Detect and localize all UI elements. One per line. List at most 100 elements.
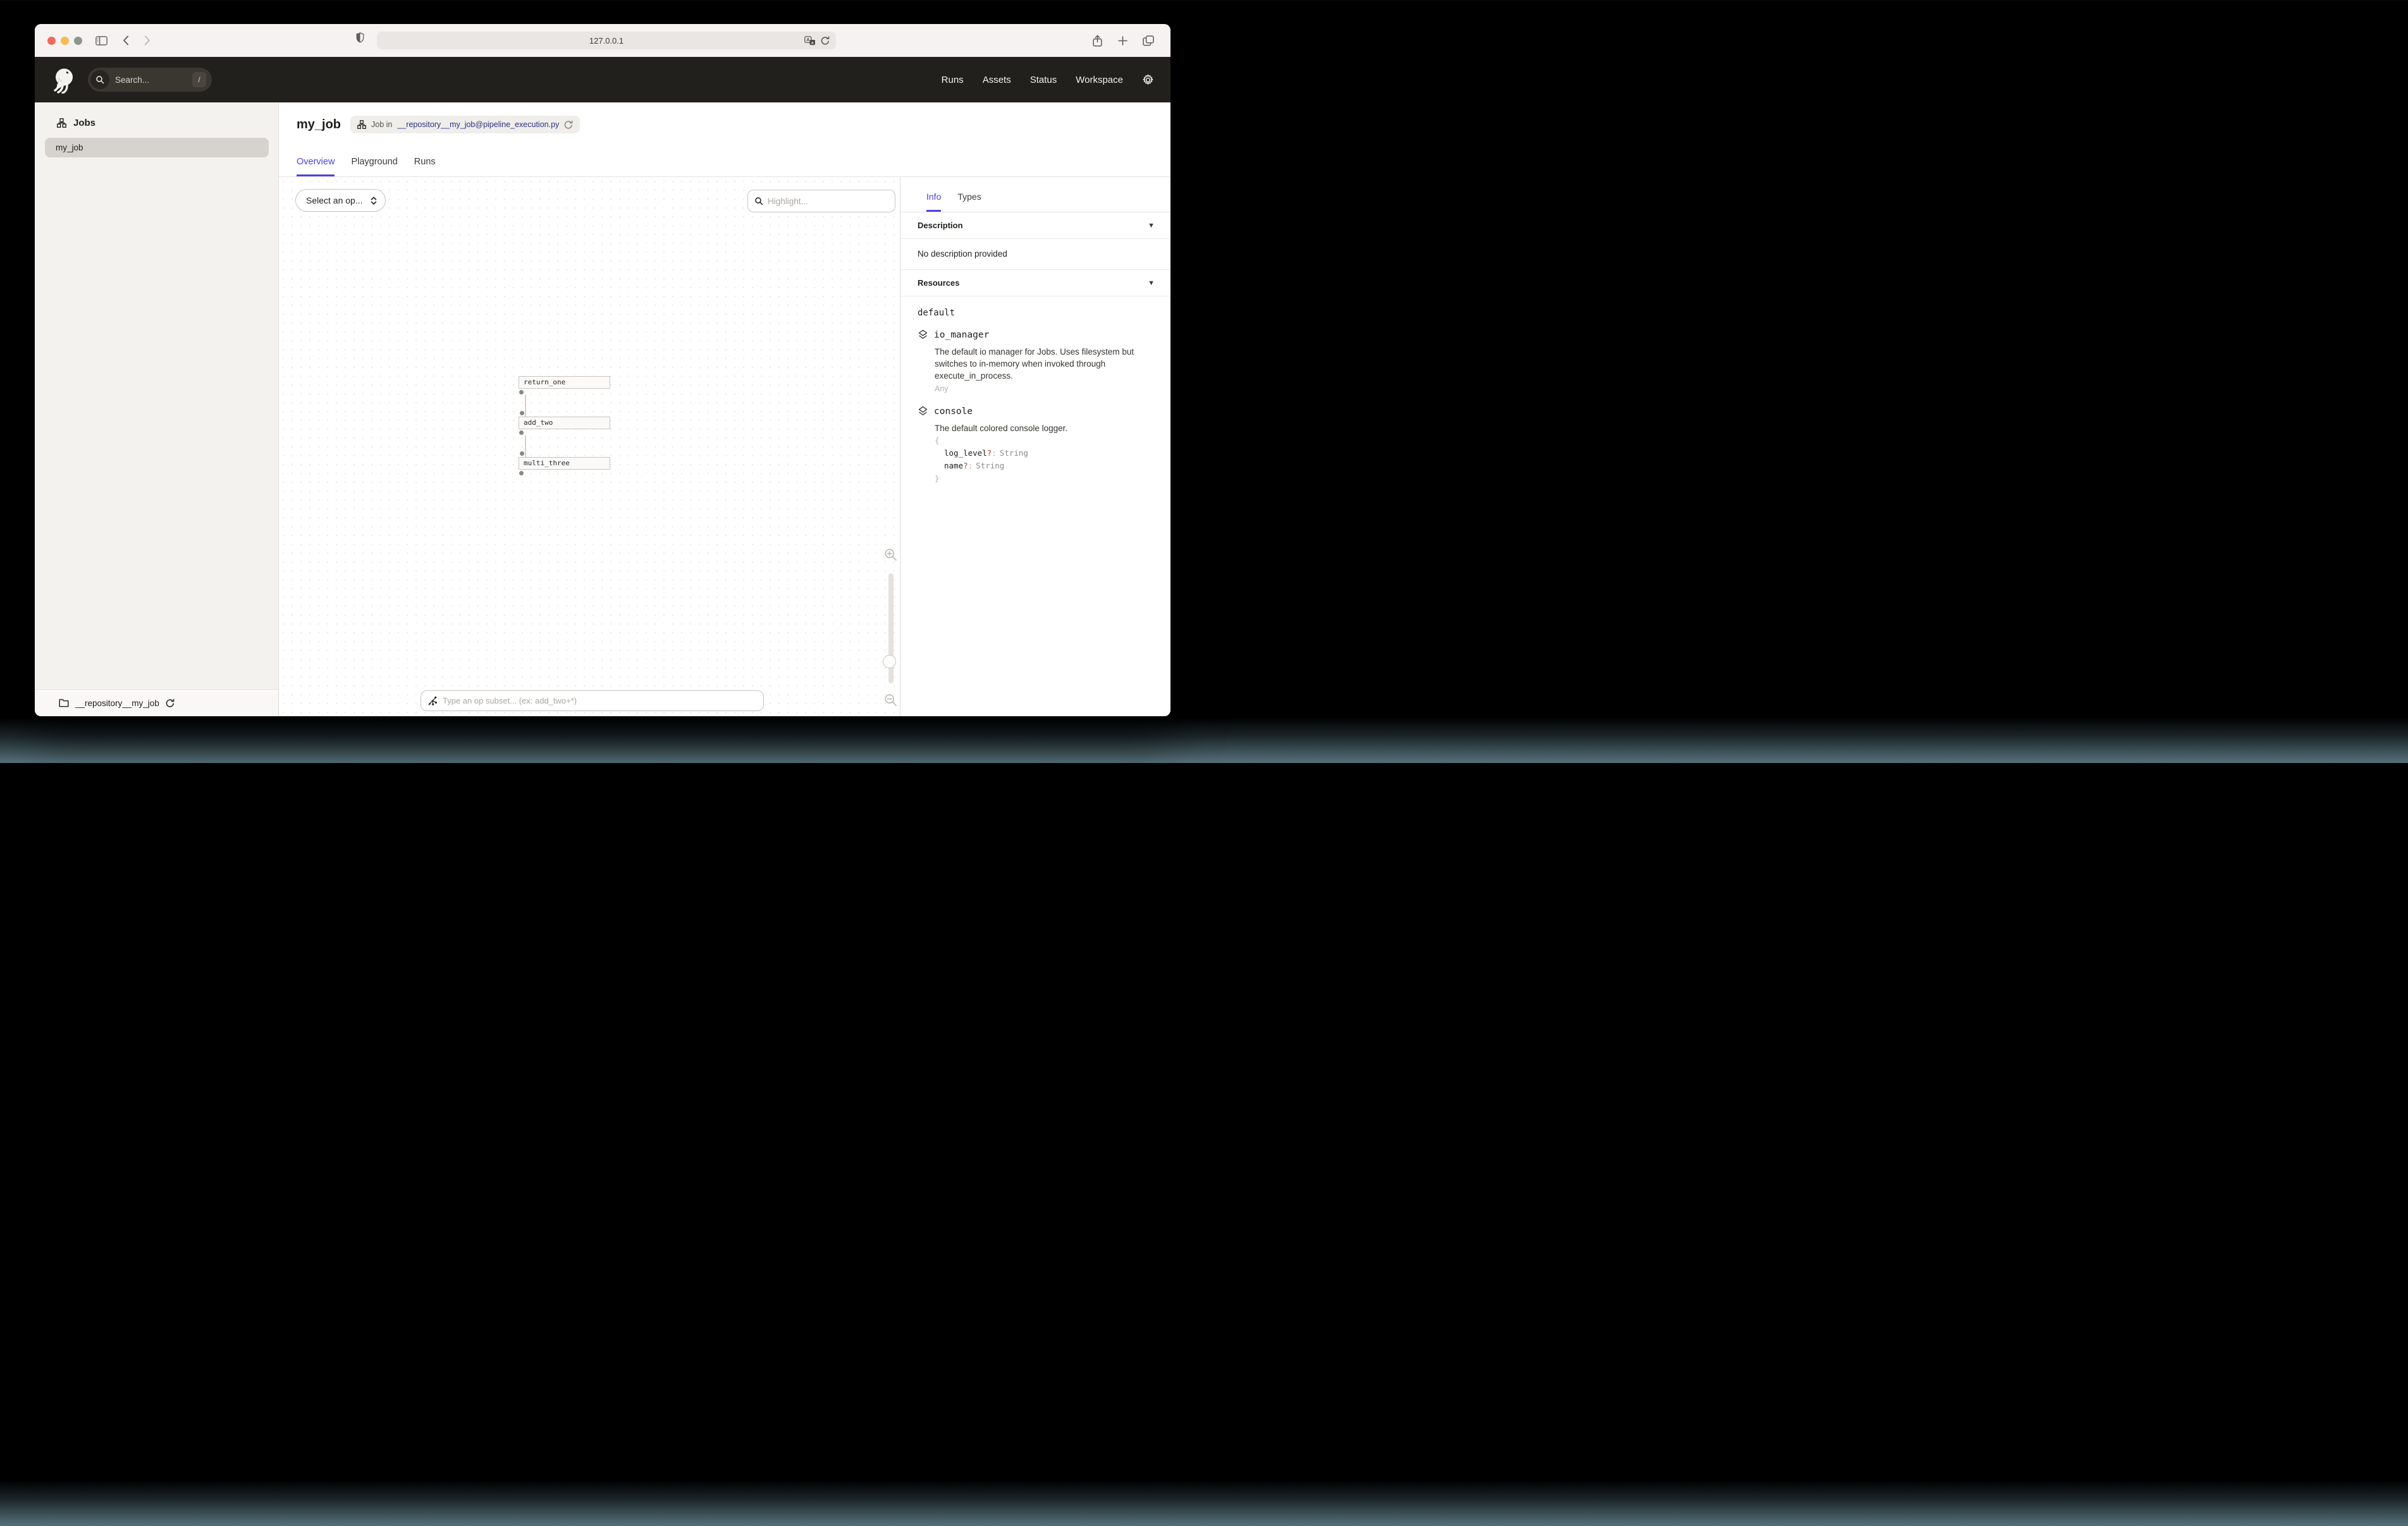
input-port[interactable] — [520, 411, 524, 415]
back-icon[interactable] — [123, 35, 129, 46]
dagster-logo[interactable] — [49, 65, 78, 94]
job-refresh-icon[interactable] — [564, 120, 573, 130]
description-section-header[interactable]: Description ▼ — [900, 212, 1170, 239]
app-header: / Runs Assets Status Workspace — [35, 57, 1170, 102]
search-icon — [90, 70, 109, 89]
job-origin-badge: Job in __repository__my_job@pipeline_exe… — [350, 116, 580, 133]
sidebar-title: Jobs — [73, 118, 95, 128]
op-node-return-one[interactable]: return_one — [519, 376, 610, 389]
resource-layers-icon — [918, 406, 928, 417]
section-title: Resources — [918, 278, 959, 288]
nav-assets[interactable]: Assets — [983, 75, 1011, 85]
op-node-multi-three[interactable]: multi_three — [519, 457, 610, 470]
op-graph-icon — [427, 696, 438, 706]
chevron-down-icon: ▼ — [1148, 279, 1155, 287]
highlight-input[interactable] — [768, 197, 888, 206]
job-main: my_job Job in __repository__my_job@pipel… — [279, 102, 1170, 716]
global-search[interactable]: / — [88, 68, 212, 92]
output-port[interactable] — [519, 390, 524, 394]
nav-status[interactable]: Status — [1030, 75, 1057, 85]
resource-type: Any — [935, 384, 1145, 393]
new-tab-icon[interactable] — [1118, 36, 1127, 46]
tab-overview-icon[interactable] — [1143, 35, 1154, 46]
resource-description: The default io manager for Jobs. Uses fi… — [935, 346, 1143, 382]
tab-overview[interactable]: Overview — [297, 157, 335, 176]
resources-section-header[interactable]: Resources ▼ — [900, 270, 1170, 296]
op-subset-filter[interactable] — [421, 690, 764, 711]
svg-text:a: a — [811, 40, 814, 45]
zoom-in-icon[interactable] — [884, 548, 897, 561]
job-tabs: Overview Playground Runs — [279, 147, 1170, 177]
repository-name: __repository__my_job — [75, 699, 159, 708]
gear-icon[interactable] — [1142, 74, 1154, 86]
resource-layers-icon — [918, 329, 928, 340]
resource-config-schema: { log_level?:String name?:String } — [935, 434, 1145, 485]
address-bar[interactable]: 127.0.0.1 Aa — [377, 32, 836, 49]
reload-icon[interactable] — [821, 36, 830, 46]
edge-return-one-to-add-two — [525, 395, 526, 417]
resource-name: io_manager — [934, 330, 989, 340]
zoom-slider-thumb[interactable] — [883, 655, 896, 668]
output-port[interactable] — [519, 430, 524, 435]
description-text: No description provided — [918, 249, 1007, 259]
traffic-lights — [47, 37, 82, 45]
zoom-window-button[interactable] — [74, 37, 82, 45]
resource-group-name: default — [918, 308, 1145, 318]
config-field: name?:String — [935, 460, 1145, 472]
op-subset-input[interactable] — [443, 696, 757, 705]
sidebar-toggle-icon[interactable] — [95, 36, 108, 46]
zoom-out-icon[interactable] — [884, 693, 897, 707]
config-close-brace: } — [935, 472, 1145, 485]
updown-caret-icon — [371, 196, 377, 205]
nav-workspace[interactable]: Workspace — [1076, 75, 1123, 85]
op-selector-label: Select an op... — [306, 195, 363, 205]
config-open-brace: { — [935, 434, 1145, 447]
search-shortcut-key: / — [192, 72, 206, 87]
resource-io-manager: io_manager The default io manager for Jo… — [918, 329, 1145, 393]
input-port[interactable] — [520, 451, 524, 456]
translate-icon[interactable]: Aa — [804, 36, 816, 46]
search-input[interactable] — [109, 75, 192, 85]
resource-console: console The default colored console logg… — [918, 406, 1145, 485]
privacy-shield-icon[interactable] — [356, 32, 364, 43]
jobs-sidebar: Jobs my_job __repository__my_job — [35, 102, 279, 716]
output-port[interactable] — [519, 471, 524, 475]
section-title: Description — [918, 221, 963, 230]
resource-description: The default colored console logger. — [935, 422, 1143, 434]
op-graph-canvas[interactable]: Select an op... return_one — [279, 177, 900, 716]
top-navigation: Runs Assets Status Workspace — [942, 74, 1154, 86]
minimize-window-button[interactable] — [61, 37, 69, 45]
panel-tabs: Info Types — [900, 177, 1170, 212]
panel-tab-types[interactable]: Types — [957, 192, 981, 212]
page-title: my_job — [297, 118, 341, 132]
sidebar-item-my-job[interactable]: my_job — [45, 138, 269, 157]
browser-window: 127.0.0.1 Aa — [35, 24, 1170, 716]
folder-icon — [59, 699, 69, 707]
nav-runs[interactable]: Runs — [942, 75, 964, 85]
svg-text:A: A — [806, 37, 810, 42]
close-window-button[interactable] — [47, 37, 56, 45]
op-selector-button[interactable]: Select an op... — [295, 189, 386, 212]
share-icon[interactable] — [1092, 35, 1103, 47]
tab-playground[interactable]: Playground — [351, 157, 397, 176]
sidebar-item-label: my_job — [56, 143, 83, 152]
repository-footer: __repository__my_job — [35, 689, 278, 716]
edge-add-two-to-multi-three — [525, 436, 526, 457]
repository-refresh-icon[interactable] — [166, 699, 175, 708]
config-field: log_level?:String — [935, 447, 1145, 460]
browser-chrome: 127.0.0.1 Aa — [35, 24, 1170, 57]
resource-name: console — [934, 406, 973, 417]
tab-runs[interactable]: Runs — [414, 157, 436, 176]
resources-section-body: default io_manager The default io manage… — [900, 296, 1170, 508]
jobs-icon — [57, 118, 66, 128]
badge-prefix: Job in — [371, 120, 392, 129]
url-text: 127.0.0.1 — [589, 36, 624, 46]
panel-tab-info[interactable]: Info — [926, 192, 941, 212]
highlight-search[interactable] — [747, 190, 895, 212]
forward-icon[interactable] — [144, 35, 150, 46]
job-icon — [357, 120, 366, 129]
badge-repository-link[interactable]: __repository__my_job@pipeline_execution.… — [397, 120, 559, 129]
description-section-body: No description provided — [900, 239, 1170, 270]
op-node-add-two[interactable]: add_two — [519, 417, 610, 429]
info-panel: Info Types Description ▼ No description … — [900, 177, 1170, 716]
